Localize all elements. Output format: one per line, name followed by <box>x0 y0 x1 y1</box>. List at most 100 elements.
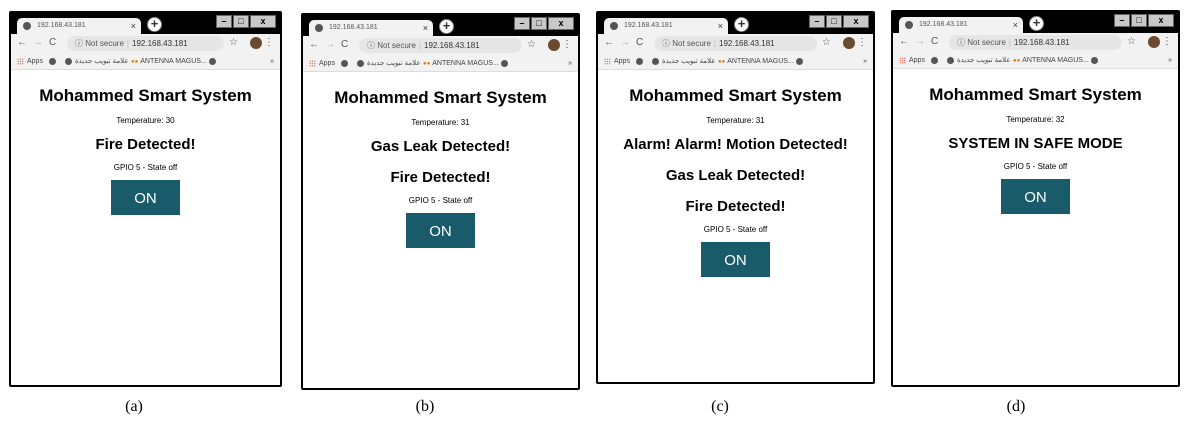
bookmark-apps[interactable]: Apps <box>604 54 630 69</box>
profile-avatar[interactable] <box>1148 36 1160 48</box>
bookmark-globe-1[interactable] <box>341 56 348 71</box>
new-tab-button[interactable]: + <box>734 17 749 32</box>
forward-arrow-icon[interactable]: → <box>325 39 335 50</box>
tab-strip: 192.168.43.181 × + – □ x <box>11 13 280 34</box>
gpio-on-button[interactable]: ON <box>701 242 770 277</box>
page-content: Mohammed Smart System Temperature: 32 SYST… <box>893 69 1178 385</box>
menu-kebab-icon[interactable]: ⋮ <box>857 37 867 48</box>
reload-icon[interactable]: C <box>341 39 348 50</box>
bookmark-star-icon[interactable]: ☆ <box>1127 36 1136 47</box>
bookmarks-overflow-icon[interactable]: » <box>863 54 867 69</box>
address-bar[interactable]: ⓘ Not secure | 192.168.43.181 <box>359 38 522 53</box>
bookmark-apps-label: Apps <box>614 58 630 65</box>
bookmark-globe-2[interactable] <box>796 54 803 69</box>
address-bar[interactable]: ⓘ Not secure | 192.168.43.181 <box>67 36 224 51</box>
bookmark-globe-2[interactable] <box>209 54 216 69</box>
tab-strip: 192.168.43.181 × + – □ x <box>893 12 1178 33</box>
profile-avatar[interactable] <box>548 39 560 51</box>
info-icon[interactable]: ⓘ <box>662 39 670 48</box>
globe-icon <box>209 57 216 65</box>
bookmark-star-icon[interactable]: ☆ <box>527 39 536 50</box>
browser-tab[interactable]: 192.168.43.181 × <box>899 17 1023 33</box>
minimize-button[interactable]: – <box>1114 14 1130 27</box>
maximize-button[interactable]: □ <box>1131 14 1147 27</box>
forward-arrow-icon[interactable]: → <box>915 36 925 47</box>
menu-kebab-icon[interactable]: ⋮ <box>264 37 274 48</box>
bookmark-arabic[interactable]: علامة تبويب جديدة <box>947 53 1011 68</box>
new-tab-button[interactable]: + <box>439 19 454 34</box>
bookmark-arabic[interactable]: علامة تبويب جديدة <box>65 54 129 69</box>
browser-toolbar: ← → Cⓘ Not secure | 192.168.43.181 ☆ ⋮ <box>598 34 873 54</box>
browser-tab[interactable]: 192.168.43.181 × <box>309 20 433 36</box>
bookmark-antenna[interactable]: ●● ANTENNA MAGUS... <box>1013 53 1089 68</box>
bookmark-antenna-label: ANTENNA MAGUS... <box>727 58 794 65</box>
back-arrow-icon[interactable]: ← <box>17 37 27 48</box>
globe-icon <box>341 59 348 67</box>
bookmark-star-icon[interactable]: ☆ <box>229 37 238 48</box>
bookmark-arabic[interactable]: علامة تبويب جديدة <box>357 56 421 71</box>
forward-arrow-icon[interactable]: → <box>620 37 630 48</box>
bookmark-antenna[interactable]: ●● ANTENNA MAGUS... <box>131 54 207 69</box>
close-window-button[interactable]: x <box>250 15 276 28</box>
close-tab-icon[interactable]: × <box>131 18 136 34</box>
minimize-button[interactable]: – <box>514 17 530 30</box>
page-title: Mohammed Smart System <box>334 88 547 107</box>
bookmark-antenna[interactable]: ●● ANTENNA MAGUS... <box>718 54 794 69</box>
info-icon[interactable]: ⓘ <box>367 41 375 50</box>
address-bar[interactable]: ⓘ Not secure | 192.168.43.181 <box>654 36 817 51</box>
close-tab-icon[interactable]: × <box>423 20 428 36</box>
bookmark-apps-label: Apps <box>909 57 925 64</box>
profile-avatar[interactable] <box>843 37 855 49</box>
close-tab-icon[interactable]: × <box>1013 17 1018 33</box>
gpio-on-button[interactable]: ON <box>111 180 180 215</box>
bookmark-globe-1[interactable] <box>931 53 938 68</box>
bookmark-apps[interactable]: Apps <box>17 54 43 69</box>
close-window-button[interactable]: x <box>1148 14 1174 27</box>
close-window-button[interactable]: x <box>843 15 869 28</box>
gpio-on-button[interactable]: ON <box>406 213 475 248</box>
reload-icon[interactable]: C <box>931 36 938 47</box>
status-message: SYSTEM IN SAFE MODE <box>948 135 1123 152</box>
bookmark-apps[interactable]: Apps <box>899 53 925 68</box>
bookmark-globe-2[interactable] <box>1091 53 1098 68</box>
globe-icon <box>65 57 72 65</box>
bookmark-globe-2[interactable] <box>501 56 508 71</box>
bookmarks-overflow-icon[interactable]: » <box>568 56 572 71</box>
globe-icon <box>905 21 913 29</box>
reload-icon[interactable]: C <box>636 37 643 48</box>
maximize-button[interactable]: □ <box>826 15 842 28</box>
browser-tab[interactable]: 192.168.43.181 × <box>17 18 141 34</box>
bookmark-globe-1[interactable] <box>636 54 643 69</box>
close-tab-icon[interactable]: × <box>718 18 723 34</box>
bookmark-arabic[interactable]: علامة تبويب جديدة <box>652 54 716 69</box>
minimize-button[interactable]: – <box>809 15 825 28</box>
gpio-on-button[interactable]: ON <box>1001 179 1070 214</box>
back-arrow-icon[interactable]: ← <box>604 37 614 48</box>
maximize-button[interactable]: □ <box>531 17 547 30</box>
close-window-button[interactable]: x <box>548 17 574 30</box>
browser-tab[interactable]: 192.168.43.181 × <box>604 18 728 34</box>
menu-kebab-icon[interactable]: ⋮ <box>562 39 572 50</box>
bookmark-star-icon[interactable]: ☆ <box>822 37 831 48</box>
back-arrow-icon[interactable]: ← <box>899 36 909 47</box>
url-text: 192.168.43.181 <box>1014 38 1070 47</box>
minimize-button[interactable]: – <box>216 15 232 28</box>
url-separator: | <box>126 39 129 48</box>
bookmark-globe-1[interactable] <box>49 54 56 69</box>
info-icon[interactable]: ⓘ <box>75 39 83 48</box>
menu-kebab-icon[interactable]: ⋮ <box>1162 36 1172 47</box>
reload-icon[interactable]: C <box>49 37 56 48</box>
address-bar[interactable]: ⓘ Not secure | 192.168.43.181 <box>949 35 1122 50</box>
bookmark-apps[interactable]: Apps <box>309 56 335 71</box>
back-arrow-icon[interactable]: ← <box>309 39 319 50</box>
maximize-button[interactable]: □ <box>233 15 249 28</box>
bookmark-antenna[interactable]: ●● ANTENNA MAGUS... <box>423 56 499 71</box>
bookmarks-overflow-icon[interactable]: » <box>270 54 274 69</box>
new-tab-button[interactable]: + <box>1029 16 1044 31</box>
forward-arrow-icon[interactable]: → <box>33 37 43 48</box>
bookmarks-overflow-icon[interactable]: » <box>1168 53 1172 68</box>
globe-icon <box>796 57 803 65</box>
new-tab-button[interactable]: + <box>147 17 162 32</box>
info-icon[interactable]: ⓘ <box>957 38 965 47</box>
profile-avatar[interactable] <box>250 37 262 49</box>
